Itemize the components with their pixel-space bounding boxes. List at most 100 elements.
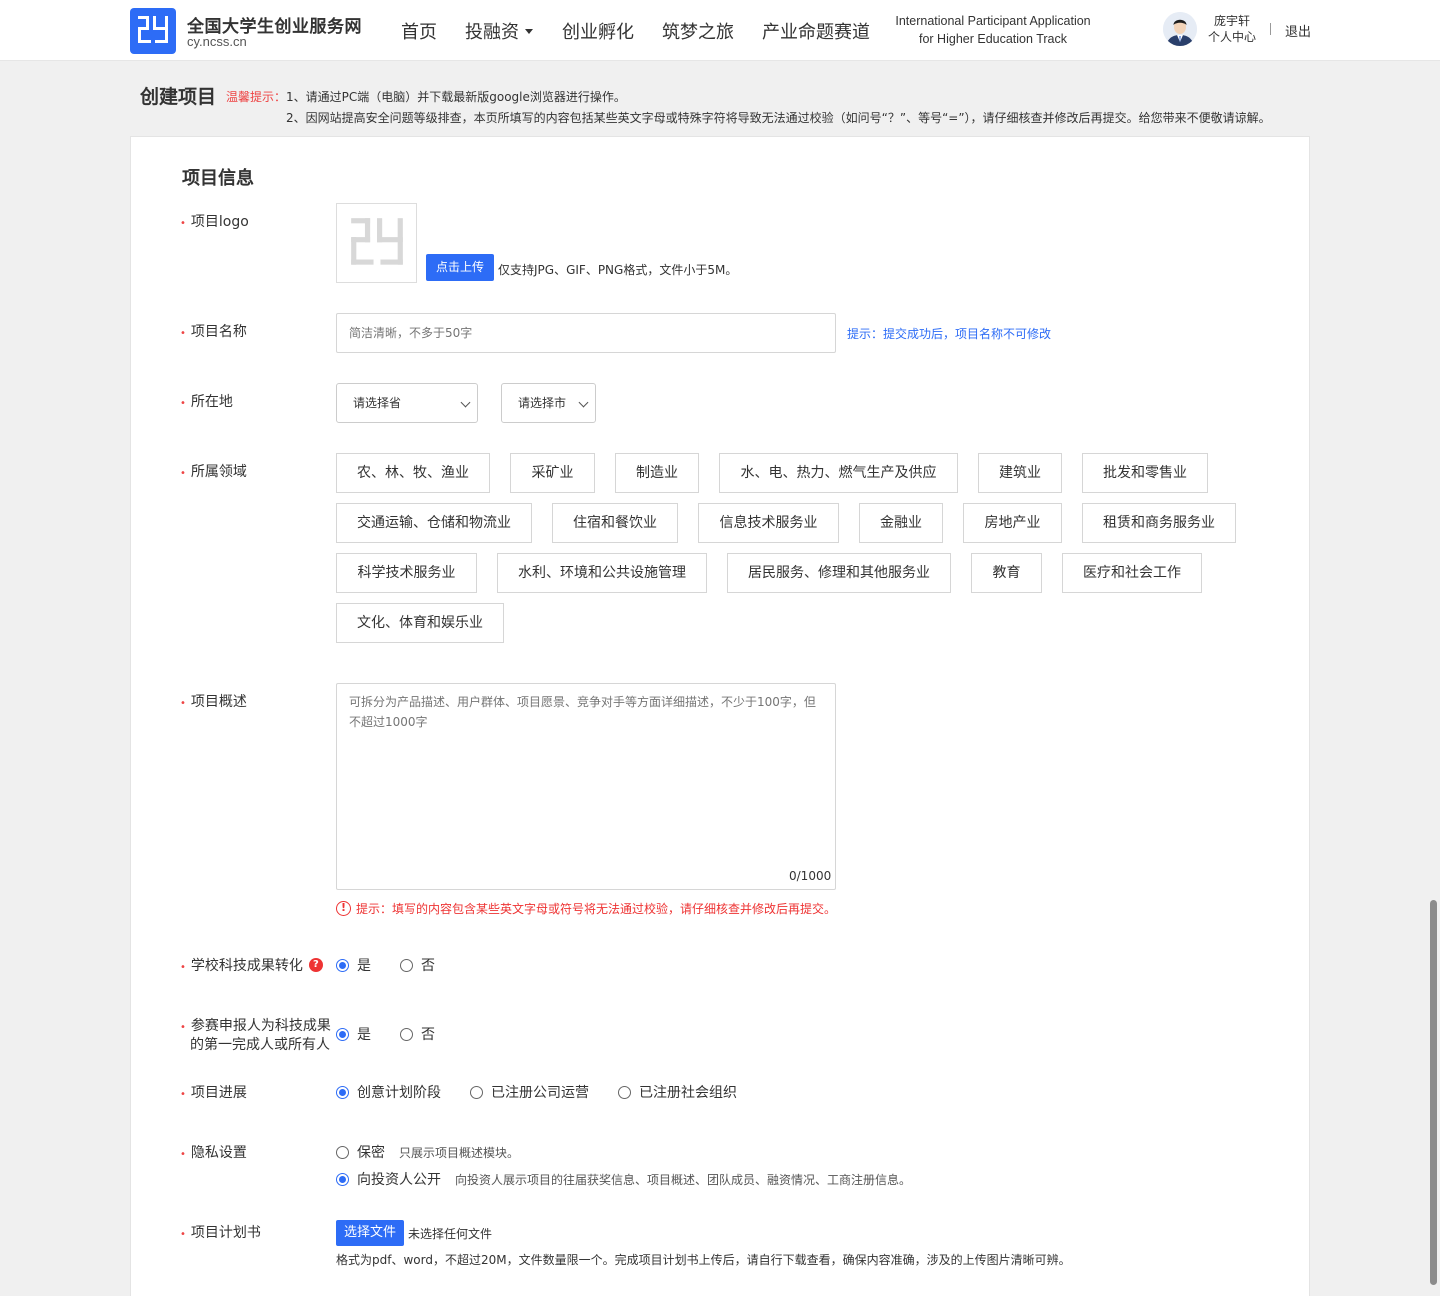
progress-company-radio[interactable]: 已注册公司运营 xyxy=(470,1084,589,1103)
domain-tag[interactable]: 建筑业 xyxy=(978,453,1062,493)
user-menu[interactable]: 庞宇轩 个人中心 xyxy=(1206,13,1258,45)
required-mark: • xyxy=(180,1089,186,1100)
privacy-secret-radio[interactable]: 保密 只展示项目概述模块。 xyxy=(336,1144,519,1163)
logo-format-note: 仅支持JPG、GIF、PNG格式，文件小于5M。 xyxy=(498,263,738,277)
progress-idea-radio[interactable]: 创意计划阶段 xyxy=(336,1084,441,1103)
file-status: 未选择任何文件 xyxy=(408,1227,493,1241)
domain-tag[interactable]: 租赁和商务服务业 xyxy=(1082,503,1236,543)
tech-transfer-no-radio[interactable]: 否 xyxy=(400,957,435,976)
privacy-secret-desc: 只展示项目概述模块。 xyxy=(399,1146,520,1160)
plan-label: • 项目计划书 xyxy=(180,1225,261,1241)
radio-icon xyxy=(336,1085,349,1099)
required-mark: • xyxy=(180,468,186,479)
domain-tag[interactable]: 水利、环境和公共设施管理 xyxy=(497,553,707,593)
domain-tag[interactable]: 居民服务、修理和其他服务业 xyxy=(727,553,951,593)
chevron-down-icon xyxy=(578,397,589,408)
tip-label: 温馨提示： xyxy=(226,90,287,104)
intl-line1: International Participant Application xyxy=(895,14,1091,28)
province-select[interactable]: 请选择省 xyxy=(336,383,478,423)
domain-label: • 所属领域 xyxy=(180,464,247,480)
nav-incubation[interactable]: 创业孵化 xyxy=(562,18,634,44)
required-mark: • xyxy=(180,398,186,409)
top-header: 全国大学生创业服务网 cy.ncss.cn 首页 投融资 创业孵化 筑梦之旅 产… xyxy=(0,0,1440,61)
project-overview-textarea[interactable] xyxy=(336,683,836,890)
radio-icon xyxy=(336,1145,349,1159)
page-title: 创建项目 xyxy=(140,86,217,108)
site-logo-icon[interactable] xyxy=(130,8,176,54)
help-icon[interactable]: ? xyxy=(308,958,323,972)
required-mark: • xyxy=(180,1149,186,1160)
nav-home[interactable]: 首页 xyxy=(401,18,437,44)
logout-link[interactable]: 退出 xyxy=(1285,21,1311,40)
required-mark: • xyxy=(180,1229,186,1240)
name-hint: 提示：提交成功后，项目名称不可修改 xyxy=(847,327,1052,341)
chevron-down-icon xyxy=(525,28,533,34)
domain-tag[interactable]: 采矿业 xyxy=(510,453,595,493)
nav-investment-label: 投融资 xyxy=(465,22,519,43)
section-title: 项目信息 xyxy=(182,168,254,189)
required-mark: • xyxy=(180,218,186,229)
radio-icon xyxy=(470,1085,483,1099)
domain-tag[interactable]: 教育 xyxy=(971,553,1042,593)
domain-tag[interactable]: 农、林、牧、渔业 xyxy=(336,453,490,493)
privacy-public-desc: 向投资人展示项目的往届获奖信息、项目概述、团队成员、融资情况、工商注册信息。 xyxy=(455,1173,912,1187)
logo-preview xyxy=(336,203,417,283)
logo-placeholder-icon xyxy=(351,218,403,265)
radio-icon xyxy=(336,958,349,972)
domain-tag[interactable]: 批发和零售业 xyxy=(1082,453,1208,493)
radio-icon xyxy=(400,958,413,972)
required-mark: • xyxy=(180,328,186,339)
progress-social-org-radio[interactable]: 已注册社会组织 xyxy=(618,1084,737,1103)
first-finisher-label: • 参赛申报人为科技成果 的第一完成人或所有人 xyxy=(180,1018,331,1053)
domain-tag[interactable]: 医疗和社会工作 xyxy=(1062,553,1202,593)
header-divider xyxy=(1270,23,1271,35)
overview-warning: ! 提示：填写的内容包含某些英文字母或符号将无法通过校验，请仔细核查并修改后再提交… xyxy=(336,900,836,917)
privacy-public-radio[interactable]: 向投资人公开 向投资人展示项目的往届获奖信息、项目概述、团队成员、融资情况、工商注… xyxy=(336,1171,911,1190)
domain-tag[interactable]: 交通运输、仓储和物流业 xyxy=(336,503,532,543)
chevron-down-icon xyxy=(460,397,471,408)
name-label: • 项目名称 xyxy=(180,324,247,340)
required-mark: • xyxy=(180,962,186,973)
required-mark: • xyxy=(180,1022,186,1033)
radio-icon xyxy=(336,1027,349,1041)
tech-transfer-label: • 学校科技成果转化? xyxy=(180,957,323,976)
first-finisher-yes-radio[interactable]: 是 xyxy=(336,1026,371,1045)
brand-url[interactable]: cy.ncss.cn xyxy=(187,34,247,49)
domain-tag[interactable]: 水、电、热力、燃气生产及供应 xyxy=(719,453,958,493)
plan-note: 格式为pdf、word，不超过20M，文件数量限一个。完成项目计划书上传后，请自… xyxy=(336,1253,1071,1267)
radio-icon xyxy=(618,1085,631,1099)
domain-tag[interactable]: 房地产业 xyxy=(963,503,1062,543)
privacy-label: • 隐私设置 xyxy=(180,1145,247,1161)
upload-logo-button[interactable]: 点击上传 xyxy=(426,254,494,281)
domain-tag[interactable]: 金融业 xyxy=(859,503,943,543)
intl-application-link[interactable]: International Participant Application fo… xyxy=(893,12,1093,48)
page-scrollbar[interactable] xyxy=(1430,900,1437,1285)
nav-dream-journey[interactable]: 筑梦之旅 xyxy=(662,18,734,44)
required-mark: • xyxy=(180,698,186,709)
domain-tag[interactable]: 住宿和餐饮业 xyxy=(552,503,678,543)
user-center-link[interactable]: 个人中心 xyxy=(1206,29,1258,45)
city-select[interactable]: 请选择市 xyxy=(501,383,596,423)
radio-icon xyxy=(400,1027,413,1041)
domain-tag[interactable]: 制造业 xyxy=(615,453,699,493)
project-form-card: 项目信息 • 项目logo 点击上传 仅支持JPG、GIF、PNG格式，文件小于5… xyxy=(130,136,1310,1296)
choose-file-button[interactable]: 选择文件 xyxy=(336,1220,404,1246)
domain-tag[interactable]: 文化、体育和娱乐业 xyxy=(336,603,504,643)
tip-line-2: 2、因网站提高安全问题等级排查，本页所填写的内容包括某些英文字母或特殊字符将导致… xyxy=(286,111,1271,125)
domain-tag[interactable]: 科学技术服务业 xyxy=(336,553,477,593)
location-label: • 所在地 xyxy=(180,394,233,410)
progress-label: • 项目进展 xyxy=(180,1085,247,1101)
nav-industry-track[interactable]: 产业命题赛道 xyxy=(762,18,870,44)
overview-label: • 项目概述 xyxy=(180,694,247,710)
radio-icon xyxy=(336,1172,349,1186)
domain-tag[interactable]: 信息技术服务业 xyxy=(698,503,839,543)
user-name: 庞宇轩 xyxy=(1213,14,1250,28)
intl-line2: for Higher Education Track xyxy=(919,32,1067,46)
tech-transfer-yes-radio[interactable]: 是 xyxy=(336,957,371,976)
project-name-input[interactable] xyxy=(336,313,836,353)
first-finisher-no-radio[interactable]: 否 xyxy=(400,1026,435,1045)
overview-char-counter: 0/1000 xyxy=(789,869,832,883)
tip-line-1: 1、请通过PC端（电脑）并下载最新版google浏览器进行操作。 xyxy=(286,90,626,104)
nav-investment[interactable]: 投融资 xyxy=(465,18,533,44)
user-avatar[interactable] xyxy=(1163,12,1197,46)
